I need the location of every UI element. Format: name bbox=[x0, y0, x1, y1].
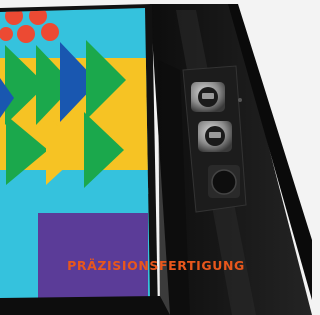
caption-label: PRÄZISIONSFERTIGUNG bbox=[67, 258, 245, 273]
kiosk-base bbox=[0, 296, 170, 315]
power-button-icon bbox=[208, 165, 240, 198]
usb-port-icon bbox=[191, 82, 225, 112]
usb-port-icon bbox=[198, 121, 232, 152]
product-image-card: PRÄZISIONSFERTIGUNG bbox=[0, 0, 312, 315]
status-led bbox=[238, 98, 242, 102]
